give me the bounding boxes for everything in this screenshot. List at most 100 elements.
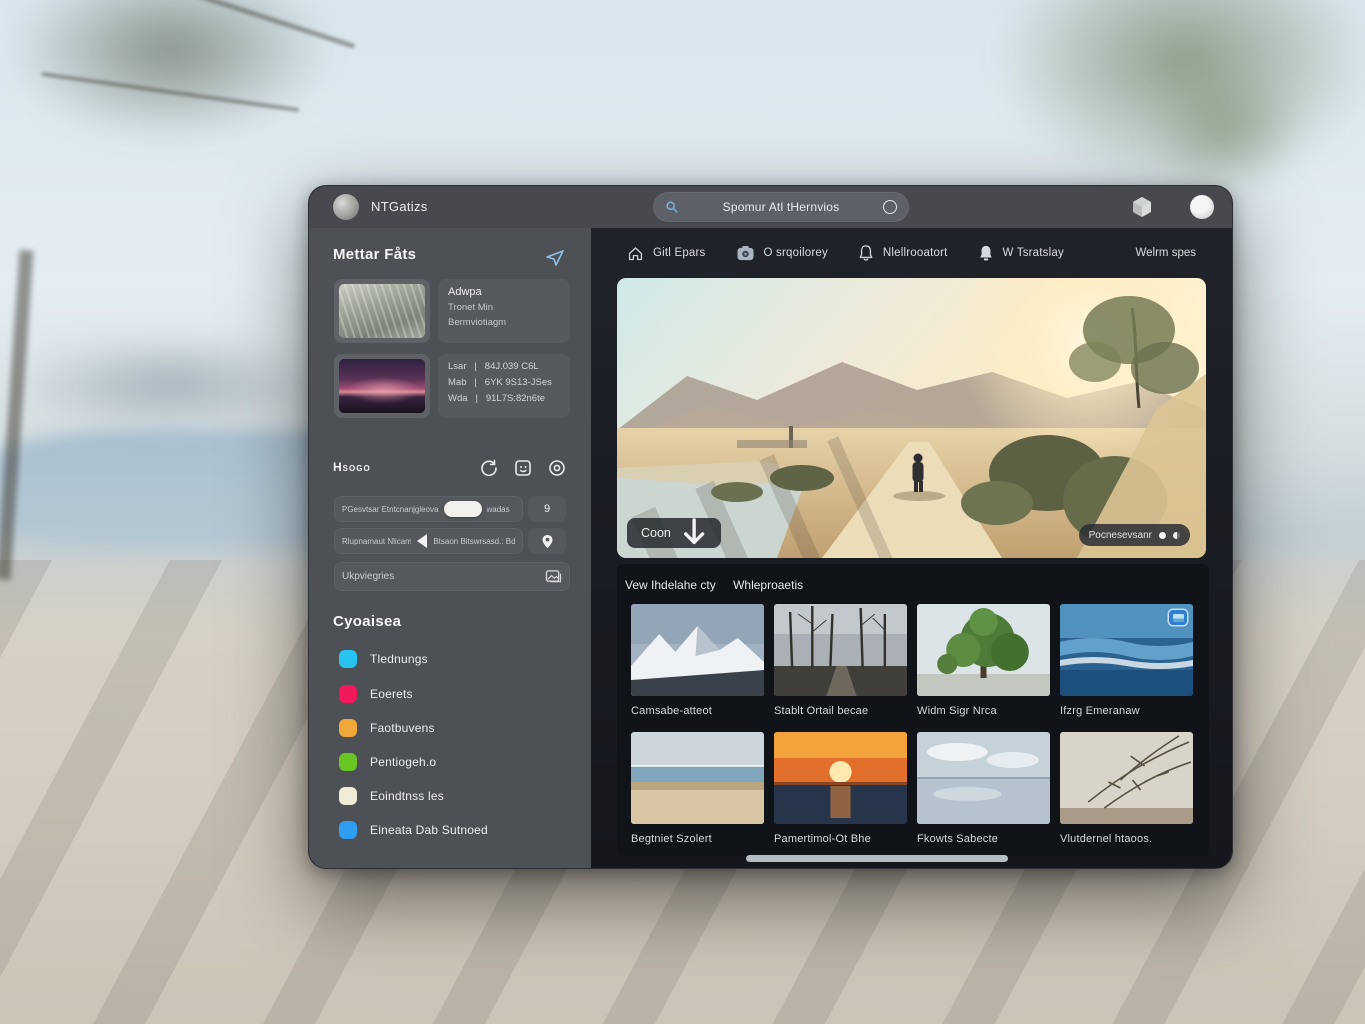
gallery-item[interactable]: Stablt Ortail becae [774, 604, 907, 717]
sunset-water-thumbnail [774, 732, 907, 824]
card2-row2: Mab | 6YK 9S13-JSes [448, 377, 560, 388]
filter-input-1[interactable]: PGesvtsar Etntcnanjgleova wadas [334, 496, 523, 522]
search-query-text: Spomur Atl tHernvios [679, 200, 883, 214]
carousel-pager[interactable]: Pocnesevsanr [1079, 524, 1190, 546]
gallery-item[interactable]: Fkowts Sabecte [917, 732, 1050, 845]
category-item[interactable]: Eineata Dab Sutnoed [339, 820, 488, 840]
camera-icon [736, 245, 755, 262]
category-color-chip [339, 753, 357, 771]
filter1-label: PGesvtsar Etntcnanjgleova [342, 505, 439, 514]
background-tree-foliage [0, 0, 400, 180]
toolbar-item-label: W Tsratslay [1003, 247, 1064, 259]
snow-mountain-thumbnail [631, 604, 764, 696]
gallery-item[interactable]: Widm Sigr Nrca [917, 604, 1050, 717]
picture-badge-icon[interactable] [1169, 610, 1187, 625]
rotate-icon[interactable] [479, 458, 499, 478]
gallery-item[interactable]: Begtniet Szolert [631, 732, 764, 845]
pager-dot-inactive[interactable] [1173, 532, 1180, 539]
category-color-chip [339, 650, 357, 668]
category-item[interactable]: Eoindtnss les [339, 786, 444, 806]
sticker-icon[interactable] [513, 458, 533, 478]
recent-section-title: Mettar Fåts [333, 246, 416, 263]
image-icon[interactable] [545, 569, 562, 584]
category-label: Faotbuvens [370, 721, 435, 735]
toolbar-item-camera[interactable]: O srqoilorey [736, 245, 828, 262]
download-button[interactable]: Coon [627, 518, 721, 548]
sunset-path-image [617, 278, 1206, 558]
horizontal-scrollbar[interactable] [746, 855, 1008, 862]
home-icon [627, 245, 644, 262]
profile-button[interactable] [1189, 194, 1215, 220]
app-title: NTGatizs [371, 199, 428, 214]
category-color-chip [339, 685, 357, 703]
tools-icon-row [479, 458, 567, 478]
recent-card2-thumbnail[interactable] [334, 354, 430, 418]
hero-photo[interactable]: Coon Pocnesevsanr [617, 278, 1206, 558]
category-label: Tlednungs [370, 652, 428, 666]
gallery-caption: Widm Sigr Nrca [917, 705, 1050, 717]
night-city-thumbnail-image [339, 359, 425, 413]
toolbar-right-label[interactable]: Welrm spes [1136, 247, 1197, 259]
winter-branches-thumbnail [1060, 732, 1193, 824]
category-label: Eoerets [370, 687, 413, 701]
toolbar-item-home[interactable]: Gitl Epars [627, 245, 706, 262]
category-item[interactable]: Faotbuvens [339, 718, 435, 738]
gallery-caption: Vlutdernel htaoos. [1060, 833, 1193, 845]
gallery-caption: Pamertimol-Ot Bhe [774, 833, 907, 845]
toolbar-item-alerts[interactable]: W Tsratslay [978, 244, 1064, 262]
filter2-value: Btsaon Bitswrsasd.: Bd [433, 537, 515, 546]
gallery-item[interactable]: Ifzrg Emeranaw [1060, 604, 1193, 717]
gallery-item[interactable]: Vlutdernel htaoos. [1060, 732, 1193, 845]
main-content: Gitl Epars O srqoilorey Nlellrooatort [591, 228, 1232, 868]
category-item[interactable]: Tlednungs [339, 649, 428, 669]
category-item[interactable]: Eoerets [339, 684, 413, 704]
gallery-panel: Vew Ihdelahe cty Whleproaetis Camsabe-at… [617, 564, 1209, 856]
sidebar: Mettar Fåts Adwpa Tronet Min Bermviotiag… [309, 228, 591, 868]
gallery-caption: Ifzrg Emeranaw [1060, 705, 1193, 717]
green-tree-thumbnail [917, 604, 1050, 696]
card2-row3: Wda | 91L7S:82n6te [448, 393, 560, 404]
search-icon [665, 200, 679, 214]
filter-input-2[interactable]: Rlupnamaut Nlicam Btsaon Bitswrsasd.: Bd [334, 528, 523, 554]
cube-button[interactable] [1129, 194, 1155, 220]
toolbar-item-label: Gitl Epars [653, 247, 706, 259]
pin-button[interactable] [528, 528, 566, 554]
card2-row1: Lsar | 84J.039 C6L [448, 361, 560, 372]
gallery-header: Vew Ihdelahe cty Whleproaetis [625, 578, 803, 592]
filter2-label: Rlupnamaut Nlicam [342, 537, 411, 546]
category-color-chip [339, 821, 357, 839]
photos-app-window: NTGatizs Spomur Atl tHernvios Mettar Fåt… [308, 185, 1233, 869]
toolbar-item-label: Nlellrooatort [883, 247, 948, 259]
gallery-item[interactable]: Pamertimol-Ot Bhe [774, 732, 907, 845]
toolbar-item-notifications[interactable]: Nlellrooatort [858, 244, 948, 262]
category-label: Eineata Dab Sutnoed [370, 823, 488, 837]
gallery-caption: Fkowts Sabecte [917, 833, 1050, 845]
filter1-suffix: wadas [487, 505, 510, 514]
tools-section-title: Hsogo [333, 460, 371, 474]
user-avatar[interactable] [333, 194, 359, 220]
pager-dot-active[interactable] [1159, 532, 1166, 539]
gallery-item[interactable]: Camsabe-atteot [631, 604, 764, 717]
search-input[interactable]: Spomur Atl tHernvios [653, 192, 909, 222]
recent-card1-thumbnail[interactable] [334, 279, 430, 343]
download-button-label: Coon [641, 526, 671, 540]
picture-badge-image [1173, 614, 1184, 622]
beach-horizon-thumbnail [631, 732, 764, 824]
recent-card2-info[interactable]: Lsar | 84J.039 C6L Mab | 6YK 9S13-JSes W… [438, 354, 570, 418]
count-badge[interactable]: 9 [528, 496, 566, 522]
category-label: Eoindtnss les [370, 789, 444, 803]
pager-label: Pocnesevsanr [1089, 530, 1152, 541]
toggle-pill[interactable] [444, 501, 482, 517]
grass-thumbnail-image [339, 284, 425, 338]
bell-icon [858, 244, 874, 262]
pin-icon [541, 534, 554, 549]
recent-card1-info[interactable]: Adwpa Tronet Min Bermviotiagm [438, 279, 570, 343]
filter-input-3[interactable]: Ukpviegries [334, 562, 570, 591]
category-item[interactable]: Pentiogeh.o [339, 752, 436, 772]
send-icon[interactable] [545, 248, 565, 268]
gallery-caption: Camsabe-atteot [631, 705, 764, 717]
back-arrow-icon[interactable] [417, 534, 427, 548]
gallery-header-left: Vew Ihdelahe cty [625, 578, 716, 592]
circle-o-icon[interactable] [883, 200, 897, 214]
target-icon[interactable] [547, 458, 567, 478]
